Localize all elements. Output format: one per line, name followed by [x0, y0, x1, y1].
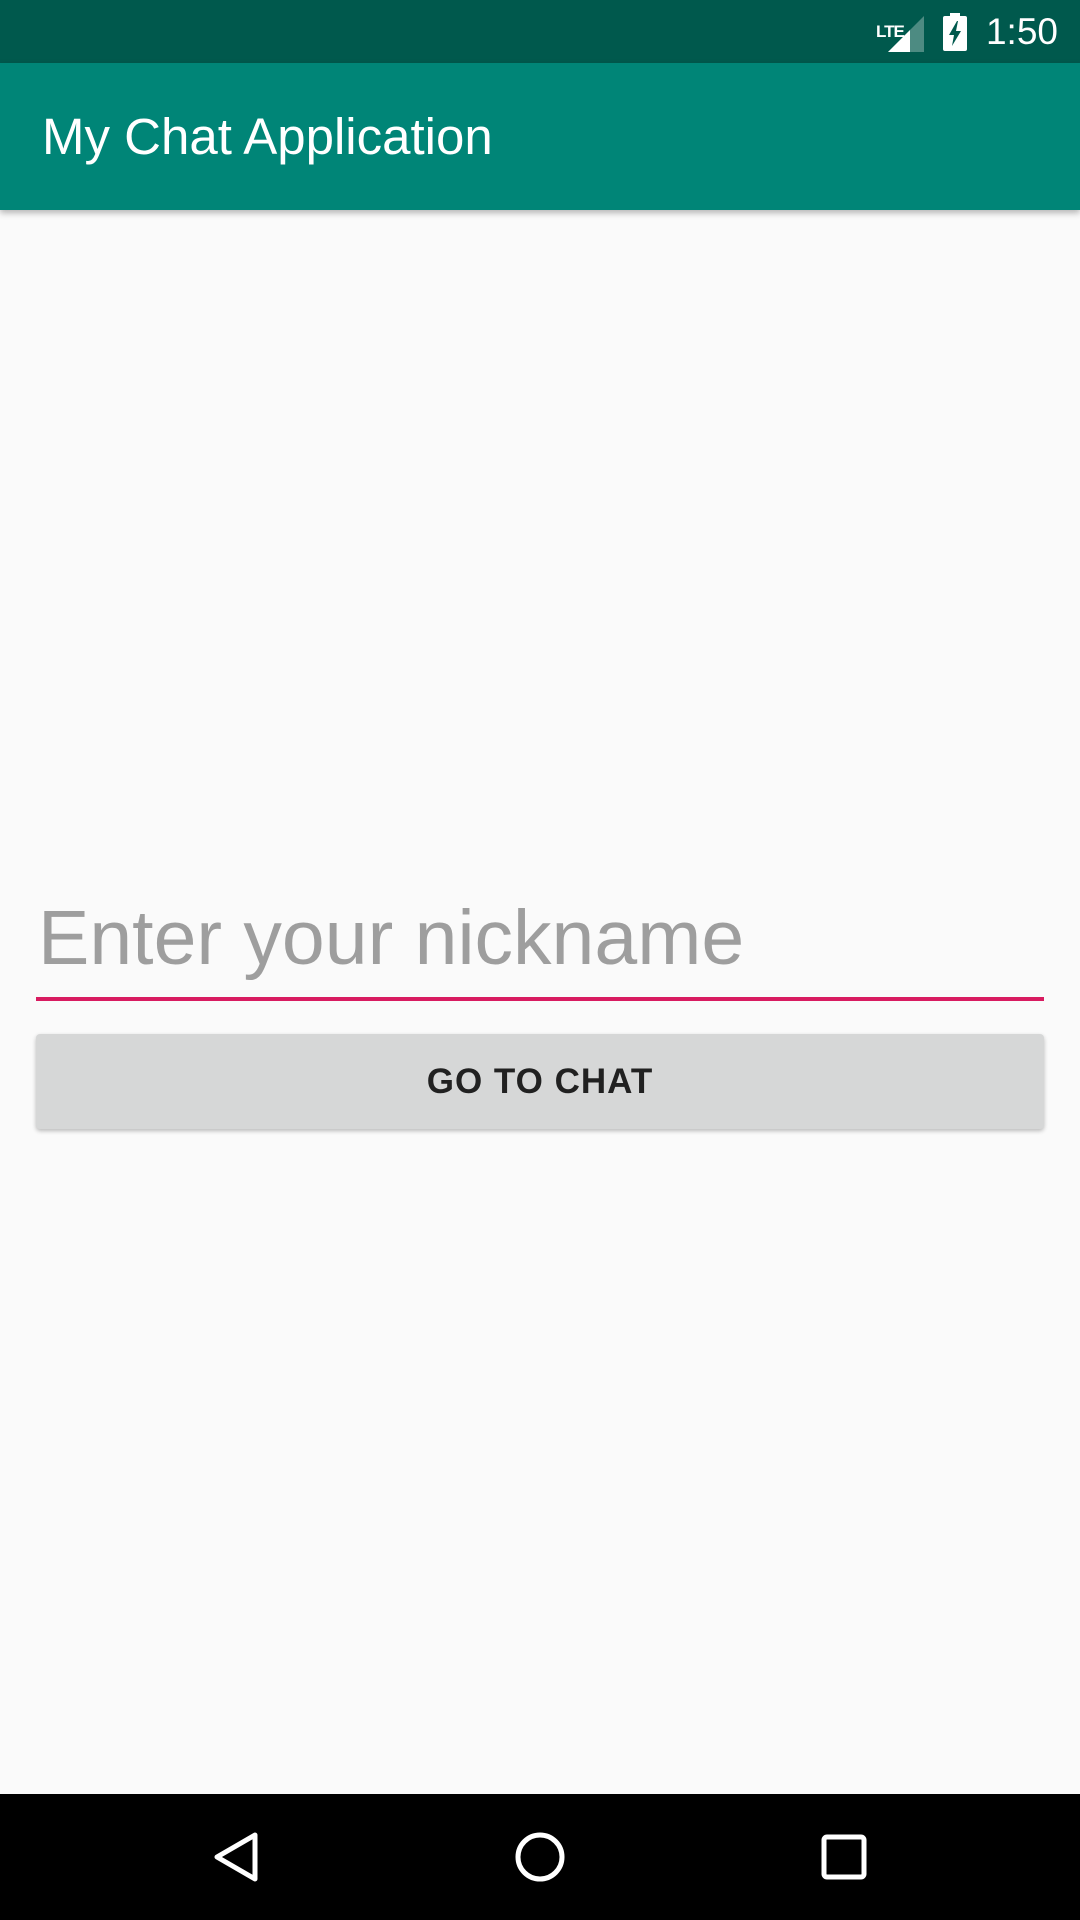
- home-icon: [515, 1832, 565, 1882]
- back-button[interactable]: [196, 1817, 276, 1897]
- go-to-chat-button[interactable]: GO TO CHAT: [36, 1034, 1044, 1129]
- status-icons: LTE 1:50: [876, 0, 1058, 63]
- status-bar: LTE 1:50: [0, 0, 1080, 63]
- nickname-field: [36, 880, 1044, 1001]
- status-time: 1:50: [985, 11, 1058, 52]
- app-screen: LTE 1:50 My Chat Application GO TO: [0, 0, 1080, 1920]
- home-button[interactable]: [500, 1817, 580, 1897]
- navigation-bar: [0, 1794, 1080, 1920]
- back-icon: [214, 1832, 258, 1882]
- app-bar: My Chat Application: [0, 63, 1080, 210]
- recents-button[interactable]: [804, 1817, 884, 1897]
- lte-signal-icon: LTE: [876, 12, 924, 52]
- recents-icon: [821, 1834, 867, 1880]
- signal-strength-icon: [887, 15, 924, 52]
- battery-charging-icon: [942, 12, 968, 52]
- app-title: My Chat Application: [42, 108, 493, 165]
- nickname-underline: [36, 997, 1044, 1001]
- nickname-input[interactable]: [36, 880, 1044, 997]
